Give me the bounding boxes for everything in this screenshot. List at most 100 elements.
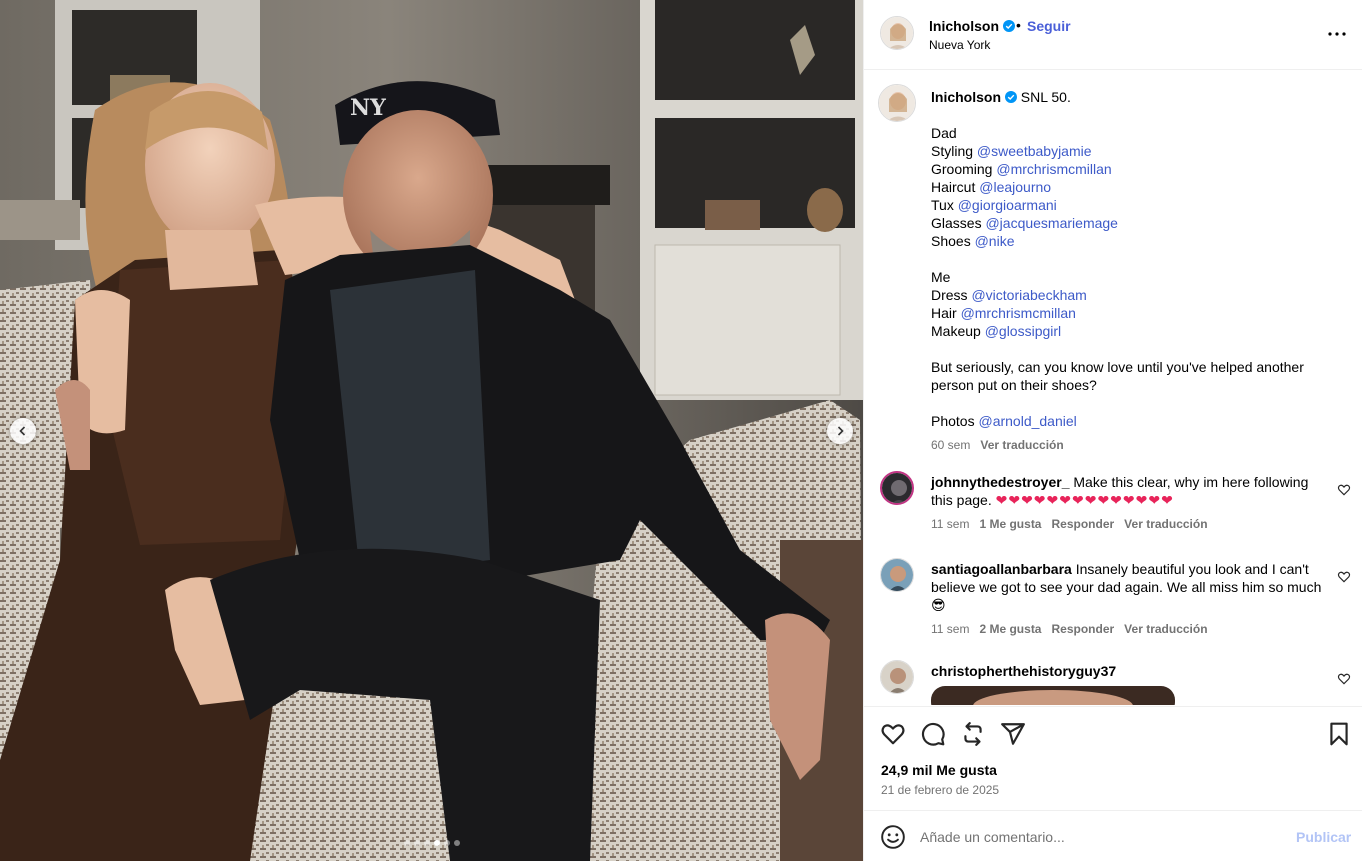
credit-line: Haircut @leajourno [931, 178, 1331, 196]
caption-meta: 60 sem Ver traducción [931, 436, 1331, 454]
mention-link[interactable]: @mrchrismcmillan [961, 305, 1076, 321]
comment-like-heart-icon[interactable] [1337, 483, 1351, 497]
post-location[interactable]: Nueva York [929, 38, 990, 52]
mention-link[interactable]: @arnold_daniel [978, 413, 1076, 429]
caption-first-line: SNL 50. [1020, 89, 1071, 105]
bookmark-icon[interactable] [1326, 721, 1352, 747]
caption-heading-dad: Dad [931, 125, 957, 141]
credit-label: Makeup [931, 323, 981, 339]
commenter-avatar[interactable] [880, 660, 914, 694]
comment-input[interactable] [920, 825, 1280, 849]
post-actions: 24,9 mil Me gusta 21 de febrero de 2025 [864, 706, 1362, 810]
post-header: lnicholson • Seguir Nueva York [864, 0, 1362, 70]
more-horizontal-icon [1328, 32, 1346, 36]
carousel-next-button[interactable] [827, 418, 853, 444]
carousel-dot [444, 840, 450, 846]
chevron-left-icon [19, 426, 26, 436]
mention-link[interactable]: @victoriabeckham [971, 287, 1086, 303]
comment-text: this page. [931, 492, 992, 508]
publish-button[interactable]: Publicar [1296, 829, 1351, 845]
credit-line: Photos @arnold_daniel [931, 412, 1331, 430]
comment-emoji: ❤❤❤❤❤❤❤❤❤❤❤❤❤❤ [995, 492, 1174, 508]
mention-link[interactable]: @glossipgirl [985, 323, 1061, 339]
credit-label: Hair [931, 305, 957, 321]
add-comment-bar: Publicar [864, 810, 1362, 861]
caption-author-avatar[interactable] [878, 84, 916, 122]
comment-emoji: 😎 [931, 597, 946, 613]
credit-label: Dress [931, 287, 968, 303]
commenter-avatar[interactable] [880, 471, 914, 505]
caption-username[interactable]: lnicholson [931, 89, 1001, 105]
caption-question-line: person put on their shoes? [931, 377, 1097, 393]
verified-badge-icon [1003, 20, 1015, 32]
mention-link[interactable]: @mrchrismcmillan [996, 161, 1111, 177]
heart-icon[interactable] [880, 721, 906, 747]
comments-scroll-area[interactable]: lnicholson SNL 50. Dad Styling @sweetbab… [864, 71, 1362, 705]
commenter-username[interactable]: johnnythedestroyer_ [931, 474, 1069, 490]
comment-like-count[interactable]: 2 Me gusta [979, 620, 1041, 638]
comment-icon[interactable] [920, 721, 946, 747]
carousel-dot [454, 840, 460, 846]
author-name-row: lnicholson [929, 18, 1015, 34]
credit-line: Styling @sweetbabyjamie [931, 142, 1331, 160]
share-icon[interactable] [1000, 721, 1026, 747]
mention-link[interactable]: @jacquesmariemage [985, 215, 1118, 231]
credit-label: Grooming [931, 161, 993, 177]
credit-label: Glasses [931, 215, 982, 231]
author-username[interactable]: lnicholson [929, 18, 999, 34]
credit-line: Shoes @nike [931, 232, 1331, 250]
follow-button[interactable]: Seguir [1027, 18, 1071, 34]
post-panel: lnicholson • Seguir Nueva York lnicholso… [863, 0, 1362, 861]
mention-link[interactable]: @leajourno [979, 179, 1051, 195]
caption-question-line: But seriously, can you know love until y… [931, 359, 1304, 375]
mention-link[interactable]: @giorgioarmani [958, 197, 1057, 213]
comment-body: johnnythedestroyer_ Make this clear, why… [931, 473, 1326, 533]
like-count[interactable]: 24,9 mil Me gusta [881, 762, 997, 778]
commenter-username[interactable]: santiagoallanbarbara [931, 561, 1072, 577]
caption-heading-me: Me [931, 269, 951, 285]
mention-link[interactable]: @sweetbabyjamie [977, 143, 1092, 159]
post-date[interactable]: 21 de febrero de 2025 [881, 783, 999, 797]
credit-line: Makeup @glossipgirl [931, 322, 1331, 340]
carousel-prev-button[interactable] [10, 418, 36, 444]
comment-timestamp[interactable]: 11 sem [931, 515, 969, 533]
comment-text: Insanely beautiful you look and I can't [1075, 561, 1309, 577]
comment-image[interactable] [931, 686, 1175, 705]
author-avatar[interactable] [880, 16, 914, 50]
reply-button[interactable]: Responder [1051, 515, 1114, 533]
repost-icon[interactable] [960, 721, 986, 747]
carousel-indicator [404, 840, 460, 846]
comment-text: believe we got to see your dad again. We… [931, 579, 1322, 595]
carousel-dot [404, 840, 410, 846]
comment-meta: 11 sem 2 Me gusta Responder Ver traducci… [931, 620, 1326, 638]
credit-line: Grooming @mrchrismcmillan [931, 160, 1331, 178]
comment-body: santiagoallanbarbara Insanely beautiful … [931, 560, 1326, 638]
comment-text: Make this clear, why im here following [1073, 474, 1309, 490]
emoji-icon[interactable] [880, 824, 906, 850]
credit-line: Tux @giorgioarmani [931, 196, 1331, 214]
translate-button[interactable]: Ver traducción [1124, 515, 1207, 533]
comment-like-count[interactable]: 1 Me gusta [979, 515, 1041, 533]
comment-like-heart-icon[interactable] [1337, 570, 1351, 584]
carousel-dot [414, 840, 420, 846]
post-image: NY [0, 0, 863, 861]
comment-like-heart-icon[interactable] [1337, 672, 1351, 686]
mention-link[interactable]: @nike [975, 233, 1015, 249]
credit-line: Dress @victoriabeckham [931, 286, 1331, 304]
credit-line: Hair @mrchrismcmillan [931, 304, 1331, 322]
reply-button[interactable]: Responder [1051, 620, 1114, 638]
caption-timestamp[interactable]: 60 sem [931, 436, 970, 454]
translate-button[interactable]: Ver traducción [980, 436, 1063, 454]
credit-label: Styling [931, 143, 974, 159]
verified-badge-icon [1004, 91, 1017, 103]
comment-body: christopherthehistoryguy37 [931, 662, 1326, 680]
carousel-dot [424, 840, 430, 846]
comment-timestamp[interactable]: 11 sem [931, 620, 969, 638]
post-photo[interactable]: NY [0, 0, 863, 861]
commenter-username[interactable]: christopherthehistoryguy37 [931, 663, 1116, 679]
more-options-button[interactable] [1327, 24, 1347, 44]
credit-line: Glasses @jacquesmariemage [931, 214, 1331, 232]
carousel-dot-active [434, 840, 440, 846]
translate-button[interactable]: Ver traducción [1124, 620, 1207, 638]
commenter-avatar[interactable] [880, 558, 914, 592]
